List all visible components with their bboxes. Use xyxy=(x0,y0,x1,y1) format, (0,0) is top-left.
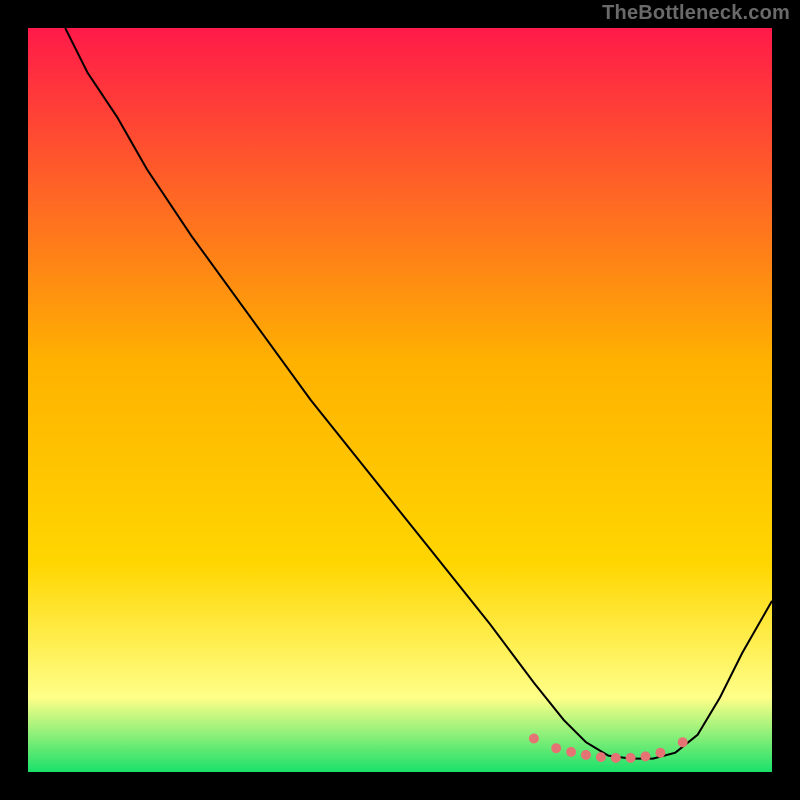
marker-dot xyxy=(678,737,688,747)
attribution-label: TheBottleneck.com xyxy=(602,2,790,25)
plot-area xyxy=(28,28,772,772)
marker-dot xyxy=(529,734,539,744)
gradient-background xyxy=(28,28,772,772)
chart-frame: TheBottleneck.com xyxy=(0,0,800,800)
marker-dot xyxy=(566,747,576,757)
marker-dot xyxy=(641,751,651,761)
marker-dot xyxy=(655,748,665,758)
marker-dot xyxy=(611,753,621,763)
marker-dot xyxy=(551,743,561,753)
marker-dot xyxy=(626,753,636,763)
bottleneck-chart xyxy=(28,28,772,772)
marker-dot xyxy=(596,752,606,762)
marker-dot xyxy=(581,750,591,760)
